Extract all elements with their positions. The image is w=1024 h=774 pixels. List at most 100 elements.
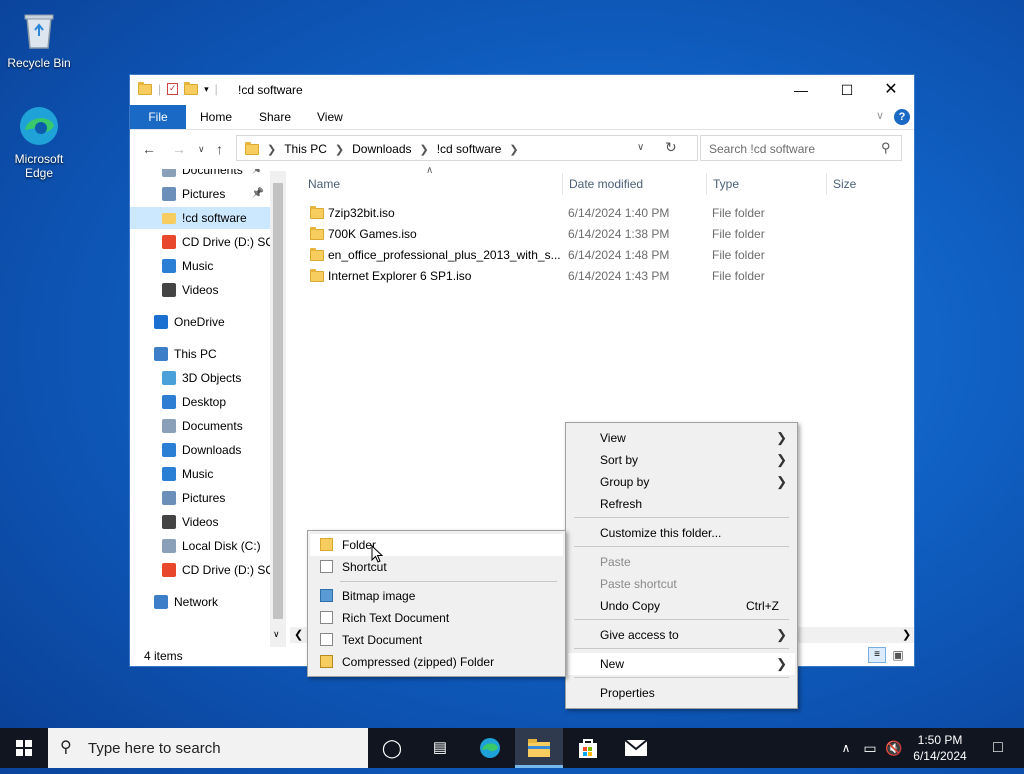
nav-item[interactable]: CD Drive (D:) SQ (130, 231, 270, 253)
taskbar-search-box[interactable]: ⚲ Type here to search (48, 728, 368, 768)
context-menu-item[interactable]: Customize this folder... (568, 522, 795, 544)
column-divider[interactable] (562, 173, 563, 195)
folder-icon (310, 206, 324, 219)
new-submenu-item[interactable]: Folder (310, 534, 563, 556)
large-icons-view-icon[interactable]: ▣ (890, 647, 906, 663)
context-menu-item[interactable]: Give access to ❯ (568, 624, 795, 646)
scroll-down-icon[interactable]: ∨ (273, 629, 280, 640)
taskbar-search-placeholder: Type here to search (88, 740, 221, 757)
desktop-icon-label: Microsoft Edge (14, 152, 64, 180)
column-header-size[interactable]: Size (833, 173, 856, 195)
nav-item-label: Documents (182, 169, 243, 177)
nav-item[interactable]: Music (130, 255, 270, 277)
file-row[interactable]: en_office_professional_plus_2013_with_s.… (306, 245, 896, 266)
edge-taskbar-icon[interactable] (466, 728, 514, 768)
nav-item[interactable]: CD Drive (D:) SQ (130, 559, 270, 581)
scroll-right-icon[interactable]: ❯ (902, 628, 911, 641)
back-icon[interactable]: ← (142, 141, 156, 157)
nav-item[interactable]: Videos (130, 511, 270, 533)
system-clock[interactable]: 1:50 PM 6/14/2024 (906, 732, 974, 764)
file-row[interactable]: Internet Explorer 6 SP1.iso 6/14/2024 1:4… (306, 266, 896, 287)
customize-qat-icon[interactable]: ▾ (204, 84, 209, 95)
close-button[interactable]: ✕ (868, 75, 914, 105)
context-menu-item[interactable]: Properties (568, 682, 795, 704)
scrollbar-thumb[interactable] (273, 183, 283, 619)
nav-item[interactable]: Desktop (130, 391, 270, 413)
mail-taskbar-icon[interactable] (612, 728, 660, 768)
new-submenu-item[interactable]: Text Document (310, 629, 563, 651)
breadcrumb-this-pc[interactable]: This PC (284, 142, 327, 156)
desktop-icon-recycle-bin[interactable]: Recycle Bin (1, 8, 77, 70)
forward-icon[interactable]: → (172, 141, 186, 157)
show-hidden-icons-icon[interactable]: ∧ (834, 728, 858, 768)
tab-share[interactable]: Share (259, 105, 291, 129)
recent-locations-icon[interactable]: ∨ (198, 144, 205, 155)
expand-ribbon-icon[interactable]: ∨ (876, 109, 884, 122)
store-taskbar-icon[interactable] (564, 728, 612, 768)
task-view-icon[interactable]: ▤ (416, 728, 464, 768)
nav-pane-scrollbar[interactable]: ∨ (270, 171, 286, 647)
new-submenu-item[interactable]: Bitmap image (310, 585, 563, 607)
refresh-icon[interactable]: ↻ (665, 139, 677, 156)
nav-item[interactable]: Network (130, 591, 270, 613)
new-submenu-item[interactable]: Rich Text Document (310, 607, 563, 629)
address-bar[interactable]: ❯ This PC ❯ Downloads ❯ !cd software ❯ ∨… (236, 135, 698, 161)
chevron-right-icon: ❯ (776, 430, 787, 445)
tab-home[interactable]: Home (200, 105, 232, 129)
file-row[interactable]: 7zip32bit.iso 6/14/2024 1:40 PM File folde… (306, 203, 896, 224)
network-icon (154, 595, 168, 609)
nav-item[interactable]: Local Disk (C:) (130, 535, 270, 557)
nav-item[interactable]: 3D Objects (130, 367, 270, 389)
file-row[interactable]: 700K Games.iso 6/14/2024 1:38 PM File fold… (306, 224, 896, 245)
task-view-cortana-icon[interactable]: ◯ (368, 728, 416, 768)
volume-muted-icon[interactable]: 🔇 (882, 728, 906, 768)
breadcrumb-downloads[interactable]: Downloads (352, 142, 411, 156)
start-button[interactable] (0, 728, 48, 768)
nav-item[interactable]: OneDrive (130, 311, 270, 333)
context-menu-item: Paste (568, 551, 795, 573)
column-header-type[interactable]: Type (713, 173, 739, 195)
context-menu-item[interactable]: Group by ❯ (568, 471, 795, 493)
pin-icon: 📌 (251, 169, 264, 175)
new-submenu-item[interactable]: Compressed (zipped) Folder (310, 651, 563, 673)
new-submenu-item[interactable]: Shortcut (310, 556, 563, 578)
network-icon[interactable]: ▭ (858, 728, 882, 768)
nav-item[interactable]: Pictures (130, 487, 270, 509)
nav-item[interactable]: This PC (130, 343, 270, 365)
new-folder-icon[interactable] (184, 81, 199, 95)
search-box[interactable]: Search !cd software ⚲ (700, 135, 902, 161)
minimize-button[interactable]: — (778, 75, 824, 105)
column-divider[interactable] (706, 173, 707, 195)
new-submenu: Folder Shortcut Bitmap image Rich Text Docu… (307, 530, 566, 677)
nav-item[interactable]: Videos (130, 279, 270, 301)
context-menu-item[interactable]: New ❯ (568, 653, 795, 675)
column-header-name[interactable]: Name (308, 173, 340, 195)
nav-item[interactable]: Pictures 📌 (130, 183, 270, 205)
details-view-icon[interactable]: ≡ (868, 647, 886, 663)
tab-file[interactable]: File (130, 105, 186, 129)
address-dropdown-icon[interactable]: ∨ (637, 142, 644, 153)
properties-icon[interactable]: ✓ (167, 83, 179, 95)
breadcrumb-current[interactable]: !cd software (437, 142, 502, 156)
help-icon[interactable]: ? (894, 109, 910, 125)
nav-item[interactable]: Documents 📌 (130, 169, 270, 181)
tab-view[interactable]: View (317, 105, 343, 129)
context-menu-item[interactable]: Refresh (568, 493, 795, 515)
nav-item[interactable]: !cd software (130, 207, 270, 229)
context-menu-item[interactable]: Undo Copy Ctrl+Z (568, 595, 795, 617)
maximize-button[interactable]: ☐ (824, 75, 870, 105)
nav-item[interactable]: Downloads (130, 439, 270, 461)
desktop-icon-edge[interactable]: Microsoft Edge (1, 104, 77, 180)
context-menu-item[interactable]: View ❯ (568, 427, 795, 449)
notifications-icon[interactable]: □ (978, 728, 1018, 768)
up-icon[interactable]: ↑ (216, 141, 223, 157)
context-menu-item[interactable]: Sort by ❯ (568, 449, 795, 471)
file-explorer-taskbar-icon[interactable] (515, 728, 563, 768)
nav-item[interactable]: Documents (130, 415, 270, 437)
column-divider[interactable] (826, 173, 827, 195)
column-header-date[interactable]: Date modified (569, 173, 643, 195)
scroll-left-icon[interactable]: ❮ (294, 628, 303, 641)
nav-item[interactable]: Music (130, 463, 270, 485)
menu-item-label: Properties (600, 686, 655, 700)
edge-icon (480, 738, 500, 758)
